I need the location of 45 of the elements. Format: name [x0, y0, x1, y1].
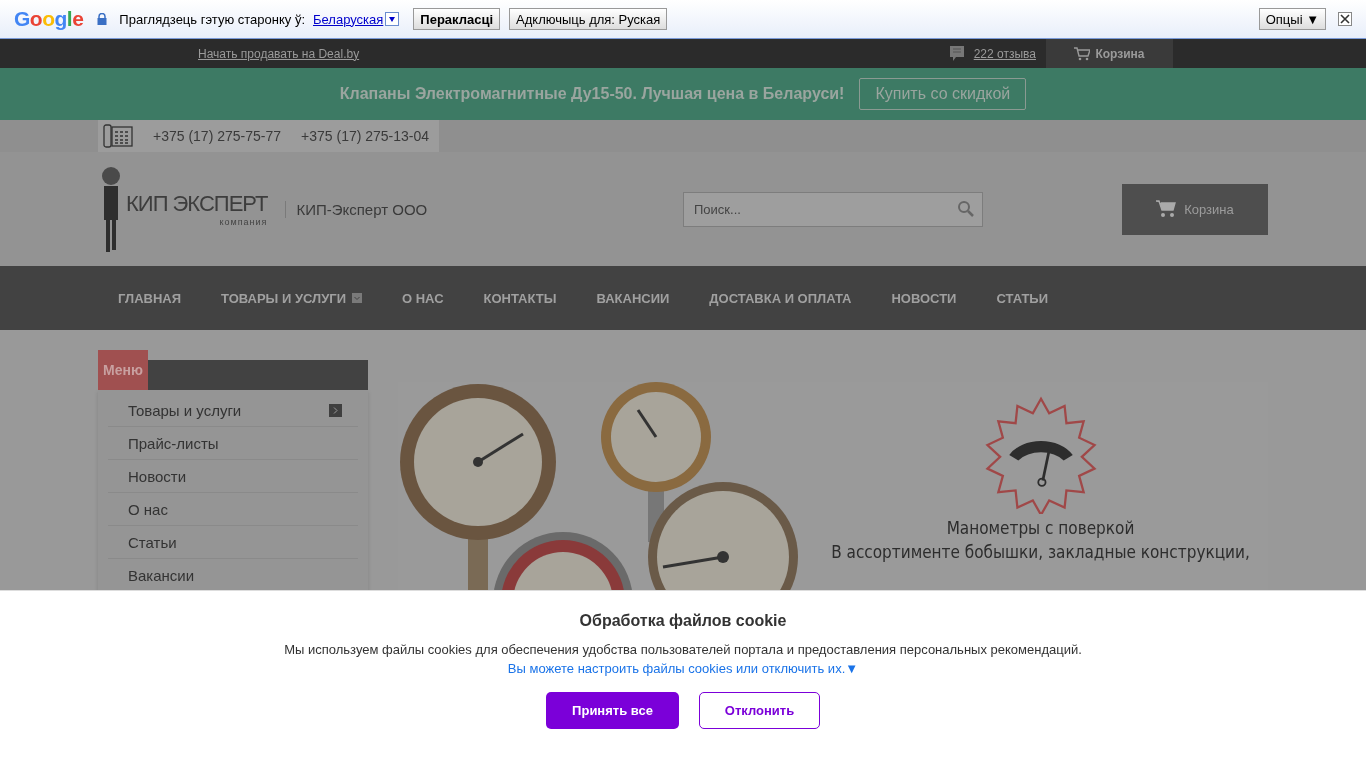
- nav-link[interactable]: ДОСТАВКА И ОПЛАТА: [689, 266, 872, 330]
- menu-item[interactable]: Новости: [108, 460, 358, 493]
- promo-text: Клапаны Электромагнитные Ду15-50. Лучшая цена в Беларуси!: [339, 85, 845, 103]
- google-logo: Google: [14, 7, 84, 31]
- phone-icon: [103, 124, 133, 148]
- search-field[interactable]: Поиск...: [683, 191, 983, 227]
- translate-button[interactable]: Перакласці: [413, 8, 501, 30]
- lock-icon: [97, 13, 108, 25]
- sell-link[interactable]: Начать продавать на Deal.by: [198, 46, 360, 61]
- cookie-text: Мы используем файлы cookies для обеспечения удобства пользователей портала и предоставления персональных рекомендаций.: [284, 642, 1082, 657]
- close-icon[interactable]: [1338, 12, 1352, 26]
- cart-icon: [1074, 46, 1091, 61]
- phone-number: +375 (17) 275-75-77: [153, 128, 282, 144]
- cookie-title: Обработка файлов cookie: [579, 612, 787, 630]
- cookie-settings-link[interactable]: Вы можете настроить файлы cookies или отключить их.▼: [507, 661, 859, 676]
- options-button[interactable]: Опцыі ▼: [1258, 8, 1326, 30]
- language-link[interactable]: Беларуская: [313, 11, 384, 27]
- menu-item[interactable]: О нас: [108, 493, 358, 526]
- nav-link[interactable]: ВАКАНСИИ: [576, 266, 690, 330]
- nav-link[interactable]: СТАТЬИ: [976, 266, 1068, 330]
- cart-icon: [1156, 200, 1177, 218]
- menu-item[interactable]: Товары и услуги: [108, 394, 358, 427]
- nav-link[interactable]: ТОВАРЫ И УСЛУГИ: [201, 266, 382, 330]
- disable-button[interactable]: Адключыць для: Руская: [509, 8, 668, 30]
- comment-icon: [949, 45, 964, 62]
- menu-item[interactable]: Прайс-листы: [108, 427, 358, 460]
- cart-button[interactable]: Корзина: [1122, 183, 1268, 235]
- chevron-right-icon[interactable]: [329, 403, 342, 417]
- accept-button[interactable]: Принять все: [546, 692, 679, 729]
- reviews-link[interactable]: 222 отзыва: [973, 46, 1036, 61]
- phone-number: +375 (17) 275-13-04: [301, 128, 430, 144]
- nav-link[interactable]: ГЛАВНАЯ: [98, 266, 202, 330]
- dropdown-icon[interactable]: [385, 12, 400, 26]
- nav-link[interactable]: КОНТАКТЫ: [463, 266, 577, 330]
- logo-tagline: компания: [219, 217, 268, 227]
- cart-link[interactable]: Корзина: [1046, 39, 1173, 68]
- nav-link[interactable]: НОВОСТИ: [871, 266, 977, 330]
- hero-title: Манометры с поверкой: [946, 518, 1135, 538]
- company-name: КИП-Эксперт ООО: [285, 200, 428, 218]
- menu-item[interactable]: Статьи: [108, 526, 358, 559]
- logo-text: КИП ЭКСПЕРТ: [126, 191, 268, 217]
- decline-button[interactable]: Отклонить: [699, 692, 820, 729]
- hero-subtitle: В ассортименте бобышки, закладные конструкции,: [831, 542, 1250, 562]
- translate-prompt: Праглядзець гэтую старонку ў:: [119, 11, 305, 27]
- nav-link[interactable]: О НАС: [382, 266, 464, 330]
